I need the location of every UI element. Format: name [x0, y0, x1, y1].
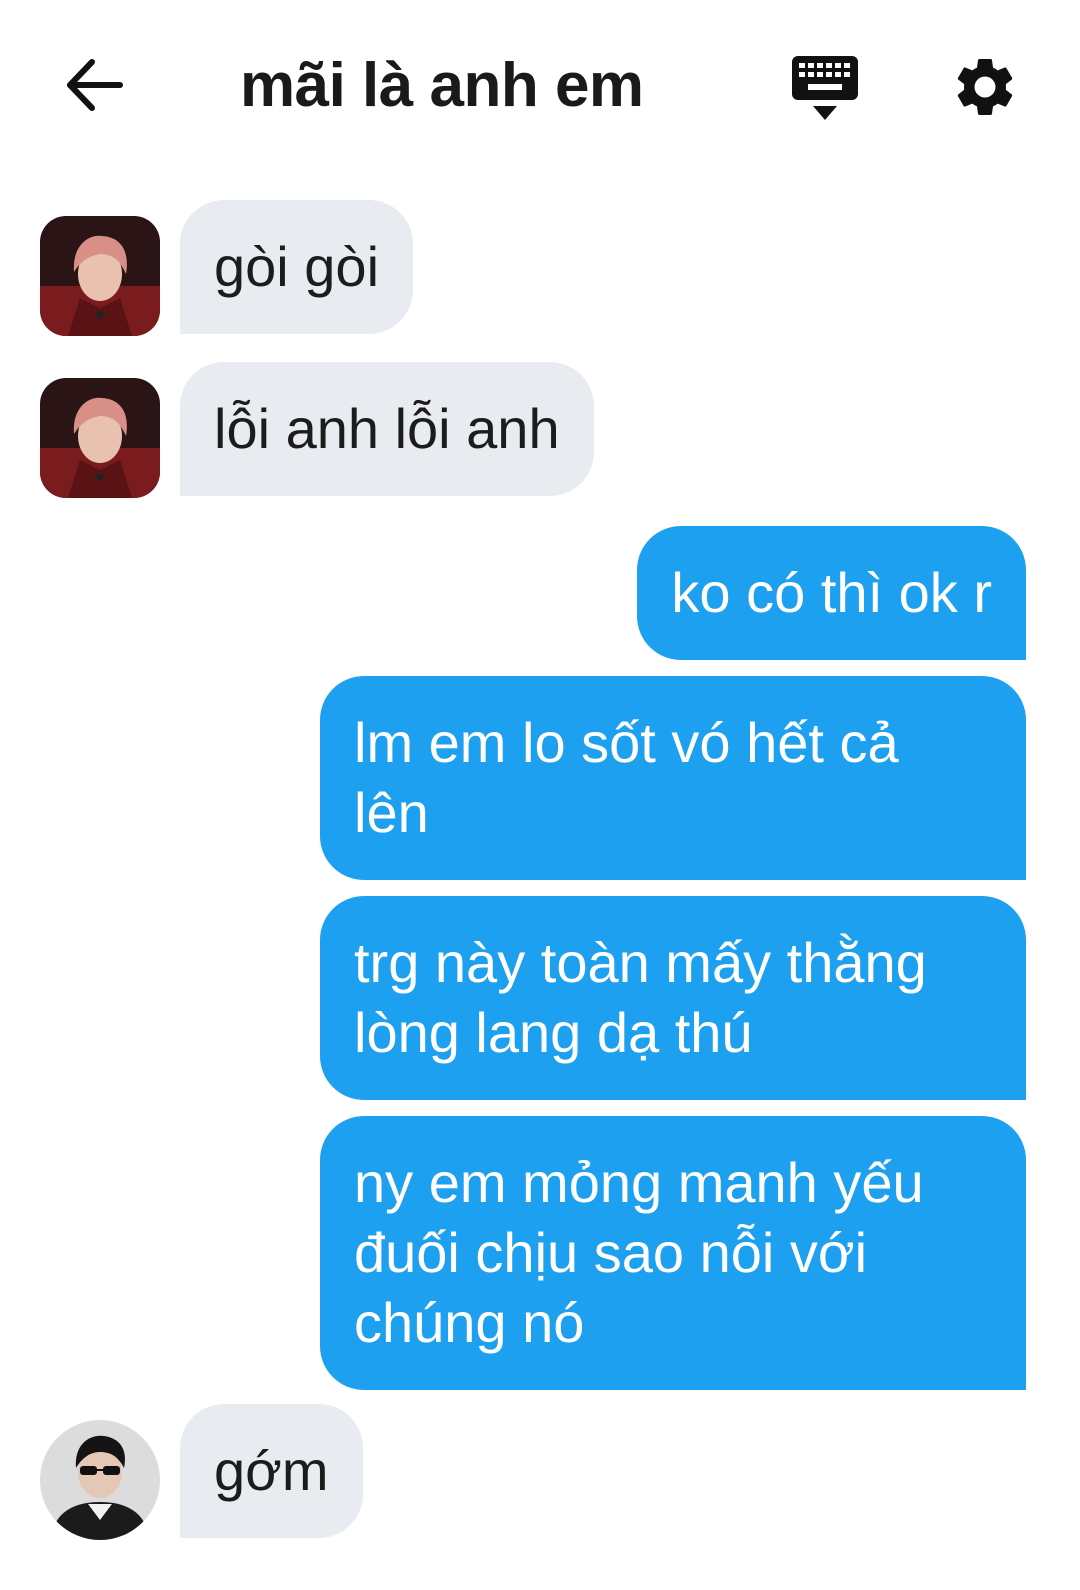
- message-bubble-incoming: lỗi anh lỗi anh: [180, 362, 594, 496]
- conversation-title: mãi là anh em: [240, 51, 644, 120]
- keyboard-icon: [792, 56, 858, 120]
- message-bubble-outgoing: trg này toàn mấy thằng lòng lang dạ thú: [320, 896, 1026, 1100]
- keyboard-button[interactable]: [790, 54, 860, 124]
- chat-header: mãi là anh em: [0, 0, 1080, 170]
- message-bubble-incoming: gớm: [180, 1404, 363, 1538]
- gear-icon: [957, 58, 1013, 115]
- message-bubble-outgoing: ny em mỏng manh yếu đuối chịu sao nỗi vớ…: [320, 1116, 1026, 1390]
- contact-avatar[interactable]: [40, 216, 160, 336]
- message-bubble-outgoing: lm em lo sốt vó hết cả lên: [320, 676, 1026, 880]
- settings-button[interactable]: [950, 52, 1020, 122]
- back-button[interactable]: [60, 52, 126, 118]
- pink-hair-avatar: [40, 216, 160, 336]
- message-bubble-outgoing: ko có thì ok r: [637, 526, 1026, 660]
- contact-avatar[interactable]: [40, 378, 160, 498]
- sunglasses-avatar: [40, 1420, 160, 1540]
- arrow-left-icon: [67, 59, 123, 111]
- contact-avatar[interactable]: [40, 1420, 160, 1540]
- pink-hair-avatar: [40, 378, 160, 498]
- chat-screen: mãi là anh em gòi gòi lỗi anh lỗi anh ko…: [0, 0, 1080, 1590]
- message-bubble-incoming: gòi gòi: [180, 200, 414, 334]
